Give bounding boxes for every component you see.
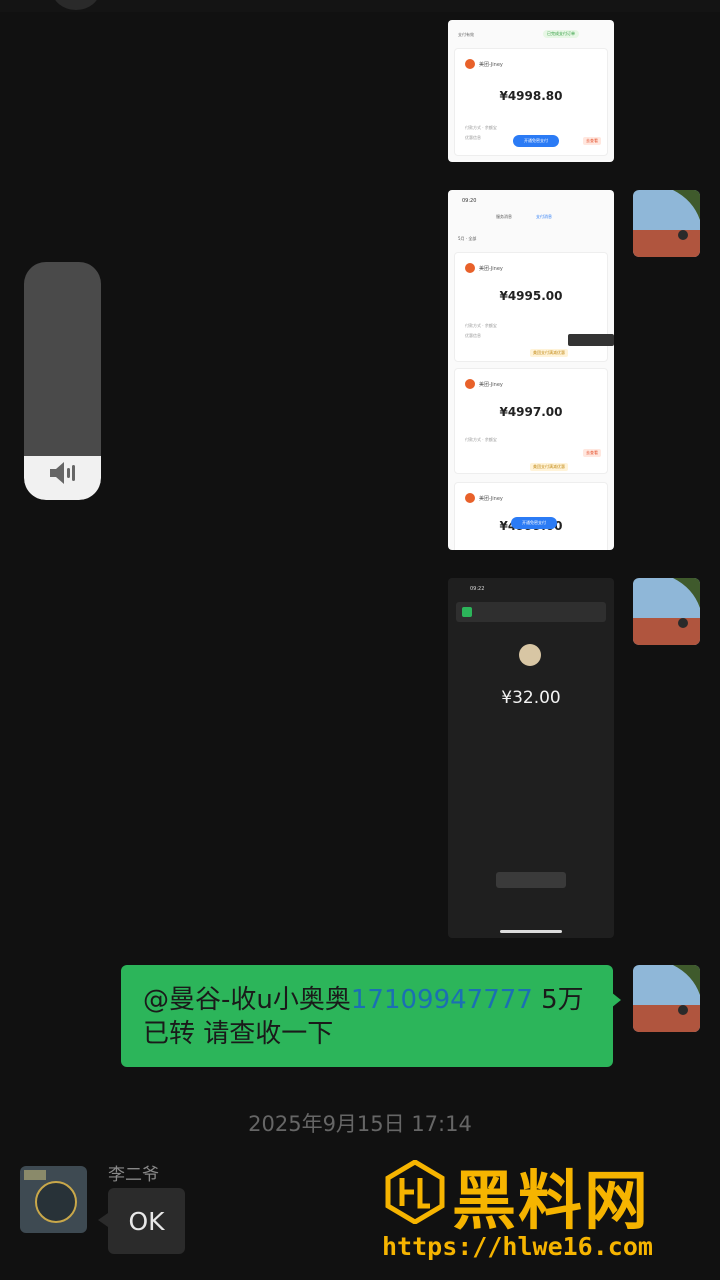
notification-banner xyxy=(456,602,606,622)
sender-name: 李二爷 xyxy=(108,1165,159,1185)
wechat-icon xyxy=(462,607,472,617)
speaker-icon xyxy=(48,460,78,490)
merchant-icon xyxy=(465,379,475,389)
timestamp: 2025年9月15日 17:14 xyxy=(248,1112,472,1136)
bubble-tail xyxy=(98,1213,108,1227)
avatar[interactable] xyxy=(633,965,700,1032)
message-bubble[interactable]: OK xyxy=(108,1188,185,1254)
floating-tip xyxy=(568,334,614,346)
phone-link[interactable]: 17109947777 xyxy=(351,985,533,1015)
merchant-icon xyxy=(465,263,475,273)
avatar[interactable] xyxy=(633,578,700,645)
watermark-url: https://hlwe16.com xyxy=(382,1232,653,1261)
transfer-screenshot[interactable]: 09:22 ¥32.00 xyxy=(448,578,614,938)
home-indicator xyxy=(500,930,562,933)
volume-overlay[interactable] xyxy=(24,262,101,500)
bubble-tail xyxy=(611,992,621,1008)
payee-avatar xyxy=(519,644,541,666)
payment-screenshot-1[interactable]: 支付有效 已完成支付订单 美团-Jiney ¥4998.80 付款方式 · 余额… xyxy=(448,20,614,162)
message-text: 已转 请查收一下 xyxy=(143,1019,334,1049)
amount: ¥4997.00 xyxy=(499,405,563,419)
merchant-icon xyxy=(465,493,475,503)
chat-header xyxy=(0,0,720,12)
avatar[interactable] xyxy=(20,1166,87,1233)
message-bubble[interactable]: @曼谷-收u小奥奥17109947777 5万 已转 请查收一下 xyxy=(121,965,613,1067)
message-text: 5万 xyxy=(532,985,584,1015)
amount: ¥4995.00 xyxy=(499,289,563,303)
payment-screenshot-2[interactable]: 09:20 服务消息 支付消息 5月 · 全部 美团-Jiney ¥4995.0… xyxy=(448,190,614,550)
watermark-logo-icon xyxy=(384,1159,446,1228)
avatar[interactable] xyxy=(633,190,700,257)
amount: ¥4998.80 xyxy=(499,89,563,103)
transfer-amount: ¥32.00 xyxy=(501,688,561,708)
mention[interactable]: @曼谷-收u小奥奥 xyxy=(143,985,351,1015)
watermark-brand: 黑料网 xyxy=(452,1165,650,1239)
merchant-icon xyxy=(465,59,475,69)
done-button[interactable] xyxy=(496,872,566,888)
